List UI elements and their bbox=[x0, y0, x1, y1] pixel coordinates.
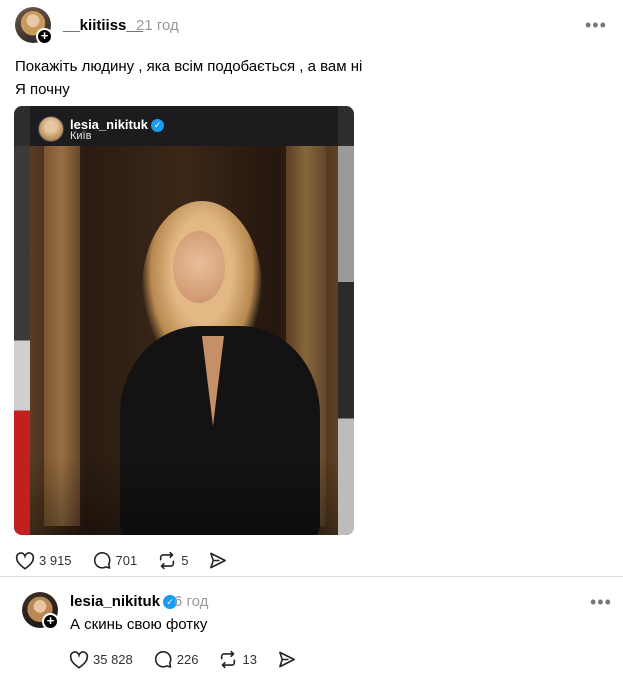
reply-username-text[interactable]: lesia_nikituk bbox=[70, 593, 160, 610]
reply-text: А скинь свою фотку bbox=[70, 616, 208, 633]
reply-time: 6 год bbox=[174, 593, 209, 610]
reply-actions: 35 828 226 13 bbox=[69, 650, 321, 669]
post: + __kiitiiss__ 21 год ••• Покажіть людин… bbox=[0, 0, 623, 577]
media-background-right bbox=[338, 146, 354, 535]
repost-count: 5 bbox=[181, 553, 189, 568]
post-time: 21 год bbox=[136, 17, 179, 34]
verified-badge-icon: ✓ bbox=[151, 119, 165, 132]
send-icon bbox=[210, 552, 227, 569]
post-actions: 3 915 701 5 bbox=[15, 551, 252, 570]
media-user-avatar bbox=[38, 116, 64, 142]
post-media-image[interactable]: lesia_nikituk ✓ Київ bbox=[14, 106, 354, 535]
media-photo bbox=[30, 146, 338, 535]
reply-follow-plus-icon[interactable]: + bbox=[42, 613, 59, 630]
reply-repost-button[interactable]: 13 bbox=[218, 650, 257, 669]
more-options-icon[interactable]: ••• bbox=[585, 16, 607, 34]
comment-button[interactable]: 701 bbox=[92, 551, 138, 570]
author-username[interactable]: __kiitiiss__ bbox=[63, 17, 143, 34]
send-icon bbox=[279, 651, 295, 668]
repost-icon bbox=[160, 551, 175, 570]
share-button[interactable] bbox=[208, 551, 232, 570]
reply-share-button[interactable] bbox=[277, 650, 301, 669]
like-button[interactable]: 3 915 bbox=[15, 551, 72, 570]
reply-author-username[interactable]: lesia_nikituk ✓ bbox=[70, 593, 178, 610]
like-count: 3 915 bbox=[39, 553, 72, 568]
reply-like-button[interactable]: 35 828 bbox=[69, 650, 133, 669]
reply-repost-count: 13 bbox=[242, 652, 257, 667]
repost-button[interactable]: 5 bbox=[157, 551, 188, 570]
heart-icon bbox=[69, 650, 89, 669]
repost-icon bbox=[221, 650, 236, 669]
media-location: Київ bbox=[70, 130, 92, 142]
comment-count: 701 bbox=[115, 553, 138, 568]
media-background-left bbox=[14, 146, 30, 535]
post-text-line-1: Покажіть людину , яка всім подобається ,… bbox=[15, 58, 363, 75]
heart-icon bbox=[15, 551, 35, 570]
reply-comment-button[interactable]: 226 bbox=[153, 650, 199, 669]
reply-like-count: 35 828 bbox=[93, 652, 133, 667]
reply-more-options-icon[interactable]: ••• bbox=[590, 593, 612, 611]
post-text-line-2: Я почну bbox=[15, 81, 70, 98]
reply-comment-count: 226 bbox=[176, 652, 199, 667]
follow-plus-icon[interactable]: + bbox=[36, 28, 53, 45]
comment-icon bbox=[93, 552, 111, 569]
post-divider bbox=[0, 576, 623, 577]
comment-icon bbox=[154, 651, 172, 668]
